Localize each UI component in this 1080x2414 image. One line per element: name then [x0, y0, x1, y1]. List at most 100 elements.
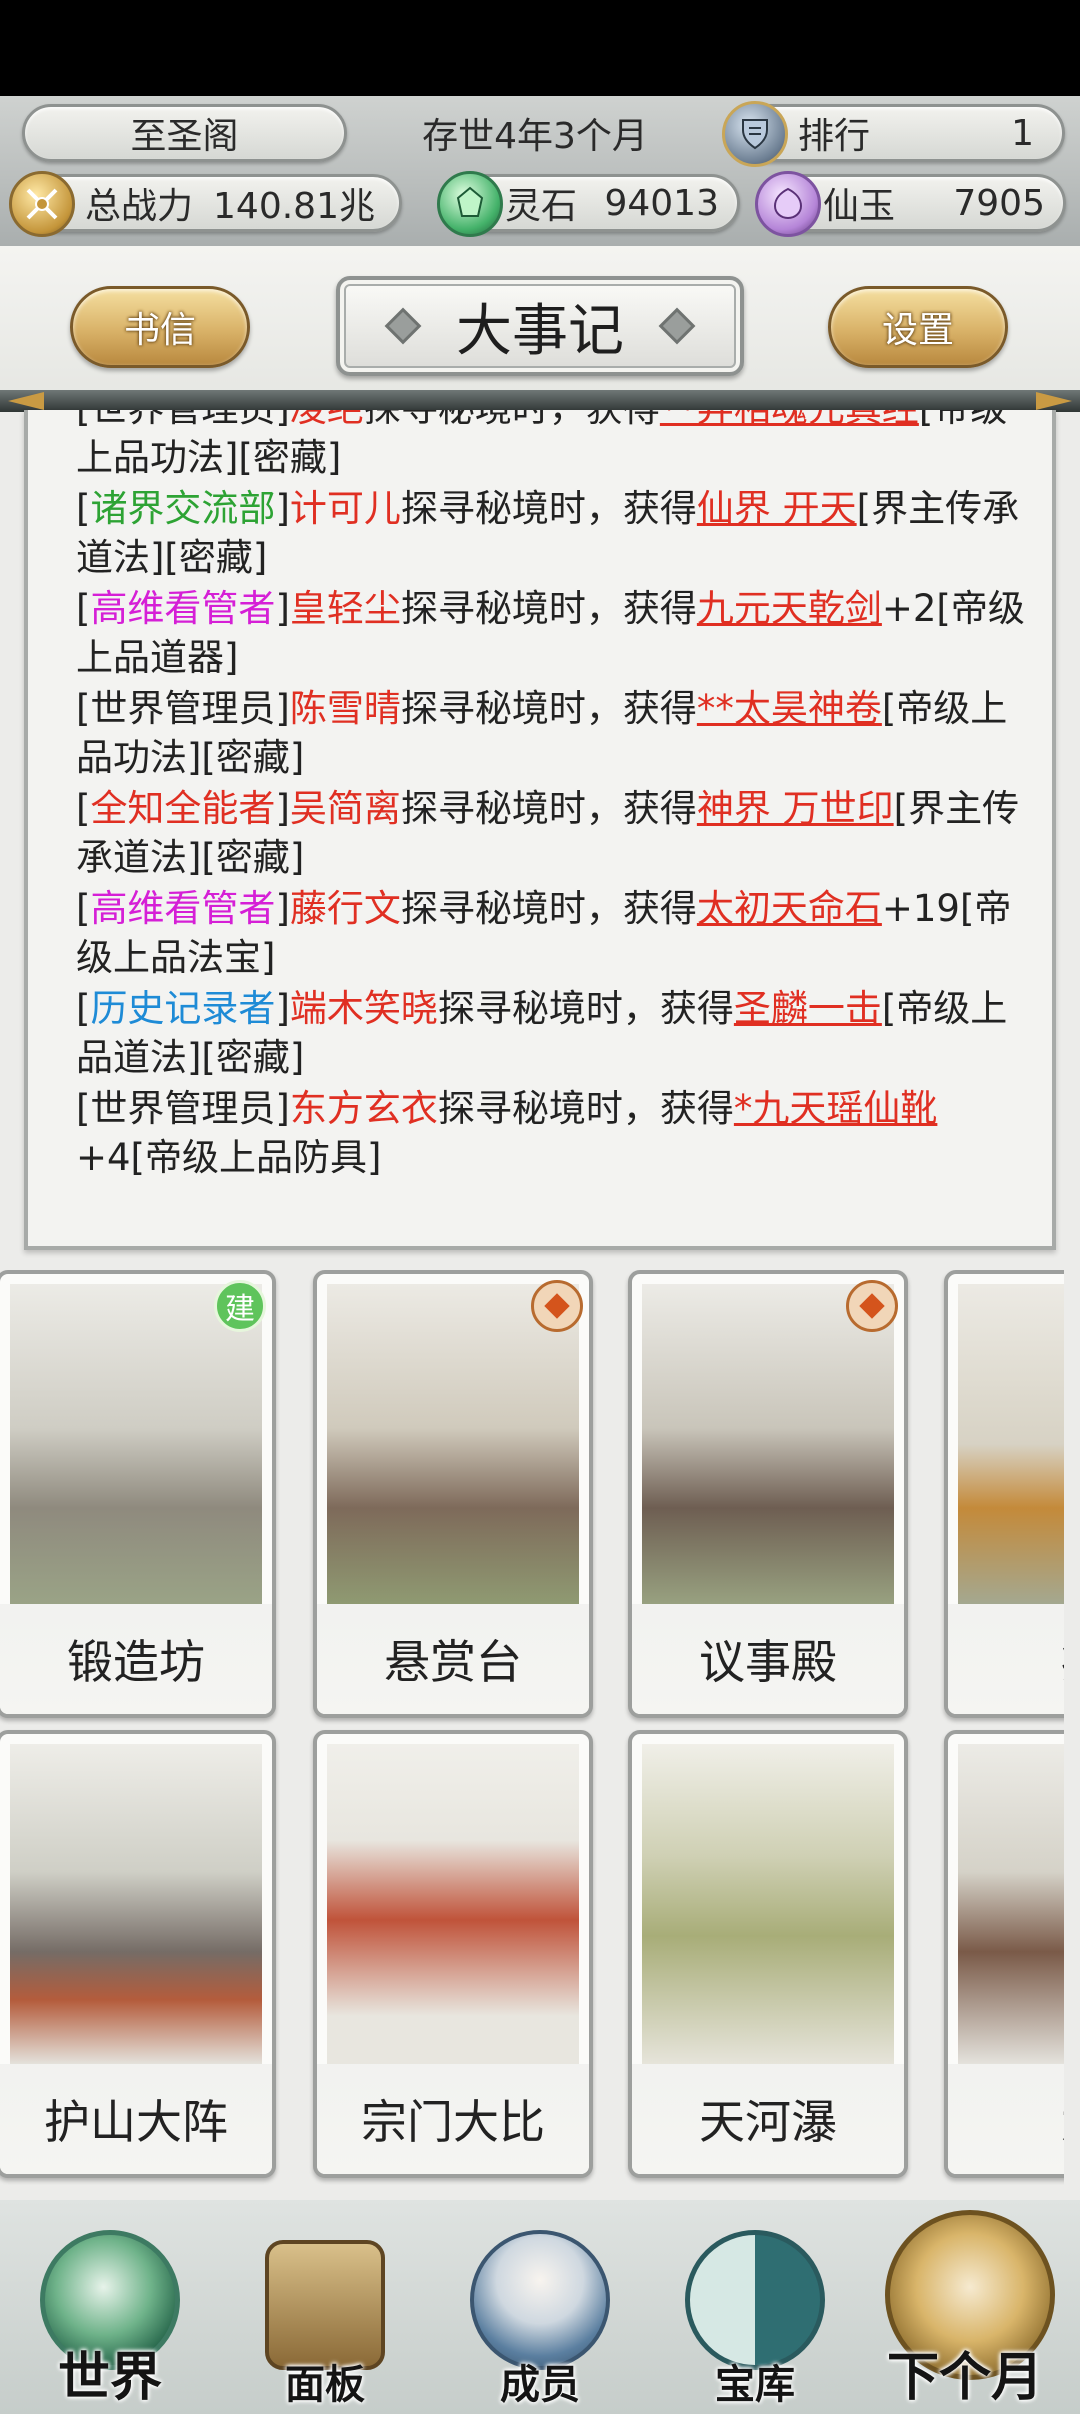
log-text: [	[76, 487, 91, 530]
rank-plate[interactable]: 排行 1	[722, 101, 1065, 167]
stone-label: 灵石	[505, 186, 578, 227]
building-card[interactable]: 锻造坊 建	[0, 1270, 276, 1718]
log-text: 探寻秘境时，获得	[437, 1087, 734, 1130]
item-link[interactable]: 仙界 开天	[697, 487, 857, 530]
building-card[interactable]: 天河瀑	[628, 1730, 908, 2178]
rank-icon	[722, 101, 788, 167]
mountain-formation-icon	[10, 1744, 262, 2064]
sect-banner-icon	[327, 1744, 579, 2064]
event-tab-bar: 书信 大事记 设置	[0, 246, 1080, 396]
building-label: 护山大阵	[0, 2064, 272, 2174]
sect-name-plate[interactable]: 至圣阁	[22, 104, 347, 162]
stone-value: 94013	[604, 182, 719, 224]
sect-name: 至圣阁	[130, 116, 239, 157]
scroll-rail	[0, 390, 1080, 412]
spirit-stone-plate[interactable]: 灵石 94013	[437, 171, 740, 237]
log-text: 全知全能者	[90, 787, 276, 830]
log-text: 探寻秘境时，获得	[364, 410, 660, 430]
log-text: 高维看管者	[90, 587, 276, 630]
building-card[interactable]: 议事殿	[628, 1270, 908, 1718]
building-label: 太	[948, 2064, 1064, 2174]
disciple-icon	[470, 2230, 610, 2370]
log-text: [	[76, 987, 91, 1030]
building-label: 议事殿	[632, 1604, 904, 1714]
log-text: ]	[275, 887, 290, 930]
building-card[interactable]: 悬赏台	[313, 1270, 593, 1718]
bounty-hall-icon	[327, 1284, 579, 1604]
power-value: 140.81兆	[213, 186, 375, 227]
log-text: [	[76, 887, 91, 930]
rank-value: 1	[1011, 112, 1034, 154]
log-text: ]	[275, 787, 290, 830]
log-entry: [世界管理员]陈雪晴探寻秘境时，获得**太昊神卷[帝级上品功法][密藏]	[76, 684, 1036, 782]
log-text: 高维看管者	[90, 887, 276, 930]
jade-value: 7905	[953, 182, 1045, 224]
pagoda-icon	[958, 1744, 1064, 2064]
nav-treasury-label: 宝库	[715, 2362, 795, 2408]
item-link[interactable]: **弃相魂元真经	[660, 410, 919, 430]
item-link[interactable]: 九元天乾剑	[697, 587, 882, 630]
item-link[interactable]: **太昊神卷	[697, 687, 882, 730]
building-label: 天河瀑	[632, 2064, 904, 2174]
era-time: 存世4年3个月	[365, 104, 705, 162]
item-link[interactable]: 神界 万世印	[697, 787, 894, 830]
log-text: 吴简离	[289, 787, 401, 830]
log-text: 探寻秘境时，获得	[437, 987, 734, 1030]
building-card[interactable]: 护山大阵	[0, 1730, 276, 2178]
nav-world-button[interactable]: 世界	[10, 2200, 210, 2414]
log-text: [世界管理员]	[76, 1087, 290, 1130]
council-palace-icon	[642, 1284, 894, 1604]
item-link[interactable]: 太初天命石	[697, 887, 882, 930]
system-status-bar	[0, 0, 1080, 96]
log-text: 探寻秘境时，获得	[400, 787, 697, 830]
notification-badge-icon	[531, 1280, 583, 1332]
nav-next-month-label: 下个月	[886, 2348, 1043, 2408]
letters-button[interactable]: 书信	[70, 286, 250, 368]
scroll-icon	[265, 2240, 385, 2370]
log-entry: [世界管理员]东方玄衣探寻秘境时，获得*九天瑶仙靴 +4[帝级上品防具]	[76, 1084, 1036, 1182]
building-grid[interactable]: 锻造坊 建悬赏台议事殿痴护山大阵宗门大比天河瀑太	[0, 1270, 1064, 2190]
immortal-jade-icon	[755, 171, 821, 237]
total-power-plate: 总战力 140.81兆	[9, 171, 402, 237]
yin-yang-icon	[685, 2230, 825, 2370]
log-entry: [世界管理员]凌绝探寻秘境时，获得**弃相魂元真经[帝级上品功法][密藏]	[76, 410, 1036, 482]
immortal-jade-plate[interactable]: 仙玉 7905	[755, 171, 1066, 237]
building-label: 宗门大比	[317, 2064, 589, 2174]
log-entry: [历史记录者]端木笑晓探寻秘境时，获得圣麟一击[帝级上品道法][密藏]	[76, 984, 1036, 1082]
settings-button[interactable]: 设置	[828, 286, 1008, 368]
building-card[interactable]: 太	[944, 1730, 1064, 2178]
nav-treasury-button[interactable]: 宝库	[655, 2200, 855, 2414]
item-link[interactable]: *九天瑶仙靴	[734, 1087, 938, 1130]
log-text: ]	[275, 487, 290, 530]
forge-building-icon	[10, 1284, 262, 1604]
rank-label: 排行	[798, 116, 871, 157]
nav-members-label: 成员	[500, 2362, 580, 2408]
page-title: 大事记	[456, 298, 624, 364]
nav-panel-button[interactable]: 面板	[225, 2200, 425, 2414]
log-text: [世界管理员]	[76, 410, 290, 430]
crossed-swords-icon	[9, 171, 75, 237]
ornament-diamond-icon	[658, 307, 696, 345]
power-label: 总战力	[85, 186, 194, 227]
building-card[interactable]: 宗门大比	[313, 1730, 593, 2178]
item-link[interactable]: 圣麟一击	[734, 987, 882, 1030]
building-label: 痴	[948, 1604, 1064, 1714]
log-text: 探寻秘境时，获得	[400, 687, 697, 730]
nav-next-month-button[interactable]: 下个月	[865, 2200, 1065, 2414]
nav-members-button[interactable]: 成员	[440, 2200, 640, 2414]
top-resource-bar: 至圣阁 存世4年3个月 排行 1 总战力 140.81兆 灵石 94013 仙玉…	[0, 96, 1080, 246]
log-text: ]	[275, 987, 290, 1030]
building-label: 悬赏台	[317, 1604, 589, 1714]
log-text: 凌绝	[290, 410, 364, 430]
event-log-panel[interactable]: [世界管理员]凌绝探寻秘境时，获得**弃相魂元真经[帝级上品功法][密藏][诸界…	[24, 410, 1056, 1250]
nav-world-label: 世界	[57, 2348, 162, 2408]
partial-building-icon	[958, 1284, 1064, 1604]
log-text: +4[帝级上品防具]	[76, 1136, 382, 1179]
jade-label: 仙玉	[823, 186, 896, 227]
building-card[interactable]: 痴	[944, 1270, 1064, 1718]
log-entry: [诸界交流部]计可儿探寻秘境时，获得仙界 开天[界主传承道法][密藏]	[76, 484, 1036, 582]
log-text: [世界管理员]	[76, 687, 290, 730]
building-label: 锻造坊	[0, 1604, 272, 1714]
log-text: 探寻秘境时，获得	[400, 887, 697, 930]
event-log-list[interactable]: [世界管理员]凌绝探寻秘境时，获得**弃相魂元真经[帝级上品功法][密藏][诸界…	[76, 410, 1036, 1184]
